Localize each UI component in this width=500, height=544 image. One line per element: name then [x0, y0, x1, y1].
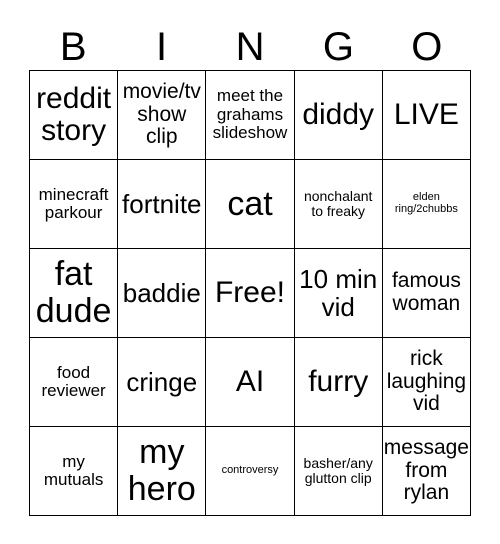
bingo-cell-label: minecraft parkour [38, 184, 109, 222]
bingo-cell-free-space[interactable]: Free! [206, 249, 295, 338]
bingo-cell-o3[interactable]: famous woman [382, 249, 471, 338]
bingo-cell-label: cat [227, 184, 273, 223]
bingo-cell-n1[interactable]: meet the grahams slideshow [206, 71, 295, 160]
bingo-cell-b1[interactable]: reddit story [30, 71, 119, 160]
bingo-cell-g1[interactable]: diddy [294, 71, 383, 160]
bingo-cell-g5[interactable]: basher/any glutton clip [294, 427, 383, 516]
bingo-grid: reddit story movie/tv show clip meet the… [29, 70, 471, 516]
bingo-cell-b4[interactable]: food reviewer [30, 338, 119, 427]
bingo-cell-i1[interactable]: movie/tv show clip [118, 71, 207, 160]
bingo-header-letter-n: N [235, 25, 265, 69]
bingo-cell-o5[interactable]: message from rylan [382, 427, 471, 516]
bingo-cell-g2[interactable]: nonchalant to freaky [294, 160, 383, 249]
bingo-cell-label: baddie [122, 277, 201, 308]
bingo-cell-label: furry [308, 364, 369, 398]
bingo-header-letter-g: G [322, 25, 354, 69]
bingo-cell-label: diddy [302, 97, 375, 131]
bingo-cell-label: my hero [127, 433, 196, 508]
bingo-cell-label: movie/tv show clip [122, 79, 201, 149]
bingo-cell-n4[interactable]: AI [206, 338, 295, 427]
bingo-header-letter-b: B [59, 25, 87, 69]
bingo-cell-label: food reviewer [41, 362, 106, 400]
bingo-cell-label: AI [235, 364, 265, 398]
bingo-cell-label: cringe [126, 366, 198, 397]
bingo-cell-label: rick laughing vid [386, 346, 467, 416]
bingo-cell-label: message from rylan [383, 435, 469, 505]
bingo-header-letter-i: I [156, 25, 168, 69]
bingo-cell-label: my mutuals [43, 451, 104, 489]
bingo-cell-label: meet the grahams slideshow [212, 86, 288, 143]
bingo-cell-i2[interactable]: fortnite [118, 160, 207, 249]
bingo-cell-label: elden ring/2chubbs [394, 191, 458, 215]
bingo-cell-o2[interactable]: elden ring/2chubbs [382, 160, 471, 249]
bingo-cell-g4[interactable]: furry [294, 338, 383, 427]
bingo-cell-label: fat dude [35, 255, 112, 330]
bingo-cell-b2[interactable]: minecraft parkour [30, 160, 119, 249]
bingo-cell-label: reddit story [36, 81, 112, 147]
bingo-cell-n5[interactable]: controversy [206, 427, 295, 516]
bingo-cell-b5[interactable]: my mutuals [30, 427, 119, 516]
bingo-header-row: B I N G O [29, 24, 471, 70]
bingo-cell-label: controversy [221, 464, 279, 477]
bingo-cell-n2[interactable]: cat [206, 160, 295, 249]
bingo-cell-label: 10 min vid [299, 263, 378, 322]
bingo-cell-b3[interactable]: fat dude [30, 249, 119, 338]
bingo-cell-i5[interactable]: my hero [118, 427, 207, 516]
bingo-cell-label: famous woman [391, 269, 461, 315]
bingo-cell-label: fortnite [122, 188, 202, 219]
bingo-card: B I N G O reddit story movie/tv show cli… [0, 0, 500, 544]
bingo-cell-i4[interactable]: cringe [118, 338, 207, 427]
bingo-cell-o4[interactable]: rick laughing vid [382, 338, 471, 427]
bingo-cell-i3[interactable]: baddie [118, 249, 207, 338]
bingo-cell-label: nonchalant to freaky [303, 187, 373, 219]
bingo-cell-label: basher/any glutton clip [303, 454, 373, 486]
bingo-cell-label: LIVE [393, 97, 459, 131]
bingo-cell-g3[interactable]: 10 min vid [294, 249, 383, 338]
bingo-free-space-label: Free! [214, 275, 285, 309]
bingo-cell-o1[interactable]: LIVE [382, 71, 471, 160]
bingo-header-letter-o: O [411, 25, 443, 69]
